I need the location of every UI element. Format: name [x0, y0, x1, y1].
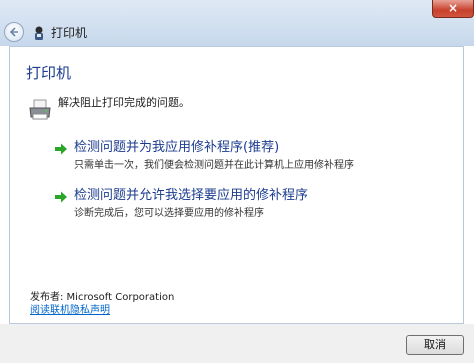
green-arrow-icon: [55, 143, 67, 155]
description: 解决阻止打印完成的问题。: [58, 96, 190, 109]
publisher-text: 发布者: Microsoft Corporation: [30, 292, 175, 303]
footer-bar: [0, 324, 474, 363]
close-button[interactable]: ×: [432, 0, 474, 18]
page-heading: 打印机: [26, 64, 72, 82]
content-panel: 打印机 解决阻止打印完成的问题。 检测问题并为我应用修补程序(推荐) 只需单击一…: [9, 46, 464, 324]
option-title[interactable]: 检测问题并允许我选择要应用的修补程序: [74, 187, 308, 205]
back-button[interactable]: [4, 22, 24, 42]
back-arrow-icon: [9, 27, 18, 37]
option-subtitle: 只需单击一次，我们便会检测问题并在此计算机上应用修补程序: [74, 160, 354, 171]
option-subtitle: 诊断完成后，您可以选择要应用的修补程序: [74, 208, 264, 219]
window-title: 打印机: [51, 26, 88, 40]
cancel-button[interactable]: 取消: [406, 335, 464, 355]
option-title[interactable]: 检测问题并为我应用修补程序(推荐): [74, 139, 279, 157]
privacy-link[interactable]: 阅读联机隐私声明: [30, 304, 110, 317]
printer-icon: [29, 99, 51, 120]
green-arrow-icon: [55, 191, 67, 203]
title-bar: × 打印机: [0, 0, 474, 46]
troubleshooter-icon: [35, 26, 43, 40]
